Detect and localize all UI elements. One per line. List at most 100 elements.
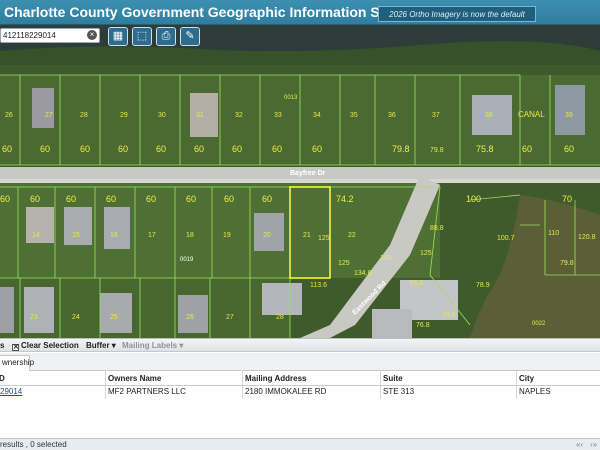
canal-label: CANAL [518, 110, 545, 119]
layers-tool-button[interactable]: ▦ [108, 27, 128, 46]
parcel-search-input[interactable] [3, 29, 87, 42]
parcel-dimension: 125 [420, 250, 432, 257]
parcel-dimension: 60 [30, 194, 40, 204]
column-header[interactable]: City [519, 373, 534, 385]
road-shoulder [0, 179, 600, 183]
parcel-dimension: 60 [232, 144, 242, 154]
lot-number: 15 [72, 232, 80, 239]
map-view[interactable]: Bayfree Dr Eastwood Rd CANAL 0013 0019 0… [0, 25, 600, 338]
pencil-icon: ✎ [185, 30, 195, 42]
lot-number: 14 [32, 232, 40, 239]
clear-selection-icon: ✕ [12, 344, 19, 351]
house [100, 293, 132, 333]
parcel-dimension: 79.8 [392, 144, 410, 154]
house [262, 283, 302, 315]
owner-name-cell: MF2 PARTNERS LLC [108, 387, 186, 396]
clear-selection-button[interactable]: ✕ Clear Selection [12, 341, 79, 351]
app-header: Charlotte County Government Geographic I… [0, 0, 600, 35]
house [24, 287, 54, 333]
app-title: Charlotte County Government Geographic I… [4, 4, 421, 20]
parcel-dimension: 60 [564, 144, 574, 154]
aerial-map[interactable]: Bayfree Dr Eastwood Rd CANAL 0013 0019 0… [0, 25, 600, 338]
select-tool-button[interactable]: ⬚ [132, 27, 152, 46]
pager-next-icon[interactable]: ›» [590, 439, 597, 450]
parcel-dimension: 113.6 [310, 282, 327, 289]
lot-number: 34 [313, 112, 321, 119]
parcel-dimension: 76.8 [416, 322, 430, 329]
parcel-dimension: 125 [338, 260, 350, 267]
draw-tool-button[interactable]: ✎ [180, 27, 200, 46]
buffer-label: Buffer [86, 341, 110, 350]
lot-number: 19 [223, 232, 231, 239]
house [64, 207, 92, 245]
clear-search-icon[interactable]: × [87, 30, 97, 40]
parcel-dimension: 60 [262, 194, 272, 204]
column-header[interactable]: Suite [383, 373, 403, 385]
buffer-menu[interactable]: Buffer ▾ [86, 341, 116, 350]
parcel-dimension: 60 [312, 144, 322, 154]
lot-number: 37 [432, 112, 440, 119]
mailing-labels-label: Mailing Labels [122, 341, 178, 350]
caret-down-icon: ▾ [111, 341, 116, 350]
lot-number: 33 [274, 112, 282, 119]
parcel-dimension: 51.2 [410, 280, 424, 287]
parcel-dimension: 60 [272, 144, 282, 154]
block-label: 0019 [180, 257, 194, 263]
status-bar: results , 0 selected «‹ ›» [0, 438, 600, 450]
parcel-dimension: 74.2 [336, 194, 354, 204]
lot-number: 29 [120, 112, 128, 119]
house [32, 88, 54, 128]
print-icon: ⎙ [161, 30, 171, 42]
block-label: 0013 [284, 95, 298, 101]
mailing-labels-menu[interactable]: Mailing Labels ▾ [122, 341, 183, 350]
parcel-dimension: 125 [380, 255, 392, 262]
tab-ownership[interactable]: wnership [0, 355, 34, 371]
column-header[interactable]: D [0, 373, 5, 385]
parcel-dimension: 70 [562, 194, 572, 204]
results-tabs: wnership [0, 353, 600, 371]
column-header[interactable]: Owners Name [108, 373, 161, 385]
parcel-dimension: 70.6 [442, 312, 456, 319]
lot-number: 28 [80, 112, 88, 119]
parcel-dimension: 60 [194, 144, 204, 154]
caret-down-icon: ▾ [179, 341, 184, 350]
parcel-search-box[interactable]: × [0, 28, 100, 43]
parcel-dimension: 110 [548, 230, 559, 237]
pager-prev-icon[interactable]: «‹ [576, 439, 583, 450]
house [555, 85, 585, 135]
parcel-dimension: 60 [156, 144, 166, 154]
parcel-dimension: 88.8 [430, 225, 444, 232]
selection-menu[interactable]: s [0, 341, 4, 350]
lot-number: 16 [110, 232, 118, 239]
house [104, 207, 130, 249]
mailing-address-cell: 2180 IMMOKALEE RD [245, 387, 327, 396]
lot-number: 23 [30, 314, 38, 321]
parcel-dimension: 60 [66, 194, 76, 204]
select-icon: ⬚ [136, 30, 148, 42]
lot-number: 39 [565, 112, 573, 119]
house [372, 309, 412, 338]
parcel-dimension: 79.8 [430, 147, 444, 154]
results-table: D Owners Name Mailing Address Suite City… [0, 371, 600, 437]
parcel-dimension: 60 [186, 194, 196, 204]
street-label: Bayfree Dr [290, 170, 326, 177]
parcel-dimension: 134.6 [354, 270, 372, 277]
lot-number: 26 [5, 112, 13, 119]
parcel-dimension: 60 [80, 144, 90, 154]
column-header[interactable]: Mailing Address [245, 373, 307, 385]
basemap-banner[interactable]: 2026 Ortho Imagery is now the default ba… [378, 6, 536, 35]
clear-selection-label: Clear Selection [21, 341, 79, 350]
parcel-dimension: 60 [146, 194, 156, 204]
suite-cell: STE 313 [383, 387, 415, 396]
lot-number: 25 [110, 314, 118, 321]
lot-number: 21 [303, 232, 311, 239]
lot-number: 32 [235, 112, 243, 119]
lot-number: 27 [226, 314, 234, 321]
parcel-dimension: 78.9 [476, 282, 490, 289]
print-tool-button[interactable]: ⎙ [156, 27, 176, 46]
parcel-dimension: 60 [0, 194, 10, 204]
parcel-dimension: 120.8 [578, 234, 596, 241]
house [26, 207, 54, 243]
parcel-dimension: 60 [224, 194, 234, 204]
parcel-id-link[interactable]: 29014 [0, 386, 22, 398]
